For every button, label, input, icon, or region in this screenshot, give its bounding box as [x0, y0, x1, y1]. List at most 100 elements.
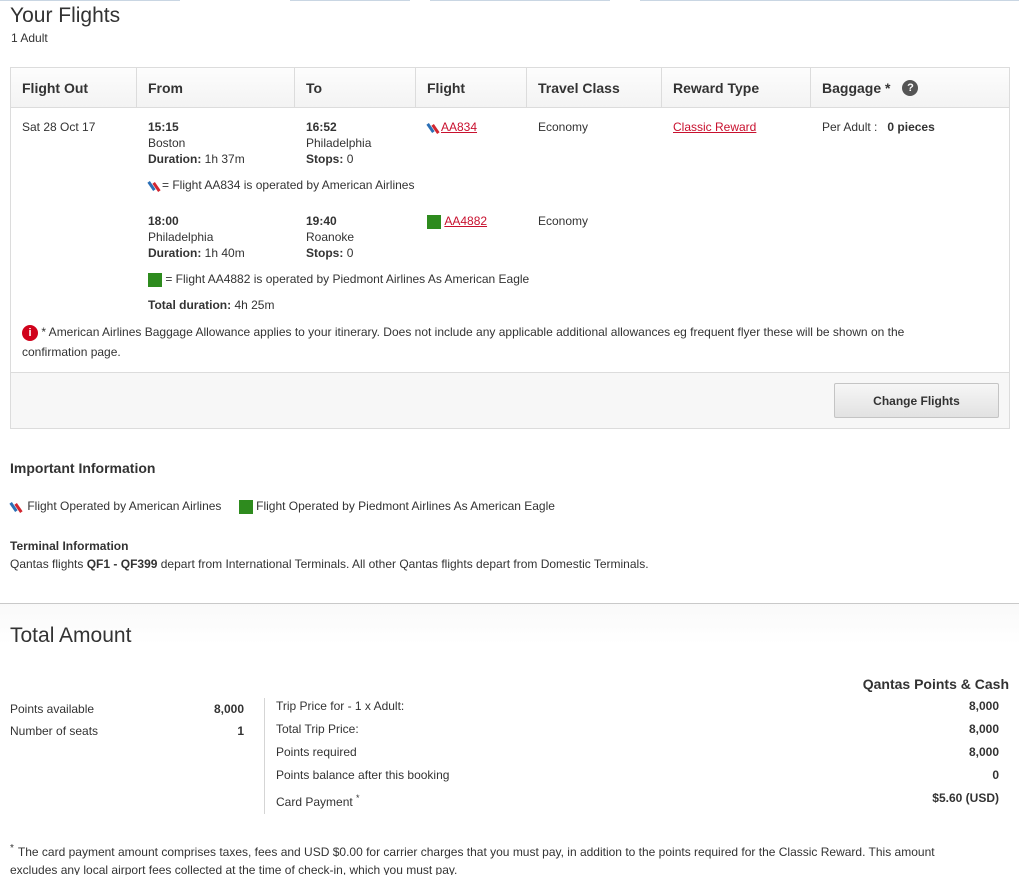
duration-value: 1h 37m: [204, 152, 245, 166]
baggage-value: 0 pieces: [887, 120, 935, 134]
flight-number-link[interactable]: AA4882: [444, 214, 487, 228]
arrive-city: Roanoke: [306, 230, 355, 244]
points-summary: Points available 8,000 Number of seats 1: [10, 702, 244, 746]
footnote-line-2: excludes any local airport fees collecte…: [10, 863, 458, 875]
stat-value: 8,000: [213, 702, 244, 716]
segment-2-arrive: 19:40 Roanoke Stops: 0: [306, 213, 354, 261]
col-reward-type: Reward Type: [662, 68, 811, 108]
stops-label: Stops:: [306, 152, 344, 166]
price-breakdown: Trip Price for - 1 x Adult: 8,000 Total T…: [276, 699, 999, 814]
arrive-city: Philadelphia: [306, 136, 372, 150]
footnote-line-1: The card payment amount comprises taxes,…: [17, 845, 935, 859]
segment-1-flight: AA834: [427, 119, 477, 135]
footnote-mark: *: [356, 793, 360, 803]
operated-note-text: = Flight AA4882 is operated by Piedmont …: [165, 272, 530, 286]
col-flight: Flight: [416, 68, 527, 108]
col-to: To: [295, 68, 416, 108]
col-travel-class: Travel Class: [527, 68, 662, 108]
reward-type-text[interactable]: Classic Reward: [673, 120, 756, 134]
total-duration: Total duration: 4h 25m: [148, 297, 274, 313]
price-value: 8,000: [968, 745, 999, 759]
price-label: Card Payment: [276, 795, 353, 809]
footnote-mark: *: [10, 843, 14, 854]
price-value: 8,000: [968, 722, 999, 736]
baggage-notice-text: * American Airlines Baggage Allowance ap…: [41, 325, 905, 339]
col-from: From: [137, 68, 295, 108]
col-baggage: Baggage *?: [811, 68, 1009, 108]
stops-label: Stops:: [306, 246, 344, 260]
segment-2-depart: 18:00 Philadelphia Duration: 1h 40m: [148, 213, 245, 261]
reward-type-link[interactable]: Classic Reward: [673, 119, 756, 135]
terminal-info-text: Qantas flights QF1 - QF399 depart from I…: [10, 557, 649, 571]
points-available-row: Points available 8,000: [10, 702, 244, 724]
operator-legend: Flight Operated by American Airlines Fli…: [10, 498, 569, 514]
stat-value: 1: [237, 724, 244, 738]
terminal-flight-sep: -: [110, 557, 121, 571]
total-trip-price-row: Total Trip Price: 8,000: [276, 722, 999, 745]
american-airlines-logo-icon: [148, 179, 162, 193]
duration-value: 1h 40m: [204, 246, 245, 260]
change-flights-button[interactable]: Change Flights: [834, 383, 999, 418]
price-value: 0: [992, 768, 999, 782]
depart-time: 15:15: [148, 120, 179, 134]
stops-value: 0: [346, 152, 354, 166]
piedmont-airlines-logo-icon: [238, 499, 253, 514]
depart-city: Boston: [148, 136, 186, 150]
flights-table-footer: Change Flights: [11, 372, 1009, 428]
alert-icon: i: [22, 324, 38, 341]
total-amount-section: Total Amount Qantas Points & Cash Points…: [0, 603, 1019, 875]
terminal-info-title: Terminal Information: [10, 539, 129, 553]
american-airlines-logo-icon: [10, 500, 24, 514]
top-tab-strip: [0, 0, 1019, 3]
stat-label: Number of seats: [10, 724, 99, 738]
total-duration-label: Total duration:: [148, 298, 232, 312]
payment-type-label: Qantas Points & Cash: [862, 676, 1009, 692]
flight-number-link[interactable]: AA834: [441, 120, 477, 134]
terminal-text-pre: Qantas flights: [10, 557, 87, 571]
piedmont-airlines-logo-icon: [148, 272, 162, 287]
segment-1-operated-note: = Flight AA834 is operated by American A…: [148, 177, 414, 193]
summary-divider: [264, 698, 265, 814]
trip-price-row: Trip Price for - 1 x Adult: 8,000: [276, 699, 999, 722]
stat-label: Points available: [10, 702, 95, 716]
baggage-allowance: Per Adult : 0 pieces: [822, 119, 935, 135]
help-icon[interactable]: ?: [902, 80, 919, 97]
legend-piedmont-text: Flight Operated by Piedmont Airlines As …: [256, 499, 555, 513]
baggage-notice-text-cont: confirmation page.: [22, 345, 121, 359]
segment-2-operated-note: = Flight AA4882 is operated by Piedmont …: [148, 271, 529, 287]
terminal-text-post: depart from International Terminals. All…: [157, 557, 649, 571]
price-value: 8,000: [968, 699, 999, 713]
col-baggage-label: Baggage *: [822, 80, 891, 96]
depart-time: 18:00: [148, 214, 179, 228]
price-value: $5.60 (USD): [932, 791, 999, 805]
legend-american: Flight Operated by American Airlines: [10, 498, 221, 514]
flights-table: Flight Out From To Flight Travel Class R…: [10, 67, 1010, 429]
total-amount-title: Total Amount: [10, 624, 132, 647]
terminal-flight-from: QF1: [86, 557, 111, 571]
flights-table-header: Flight Out From To Flight Travel Class R…: [11, 68, 1009, 108]
points-balance-row: Points balance after this booking 0: [276, 768, 999, 791]
total-duration-value: 4h 25m: [234, 298, 275, 312]
stops-value: 0: [346, 246, 354, 260]
depart-city: Philadelphia: [148, 230, 214, 244]
segment-1-depart: 15:15 Boston Duration: 1h 37m: [148, 119, 245, 167]
piedmont-airlines-logo-icon: [427, 214, 441, 229]
price-label: Points required: [276, 745, 357, 759]
number-of-seats-row: Number of seats 1: [10, 724, 244, 746]
points-required-row: Points required 8,000: [276, 745, 999, 768]
price-label: Total Trip Price:: [276, 722, 359, 736]
terminal-flight-to: QF399: [120, 557, 158, 571]
segment-2-flight: AA4882: [427, 213, 487, 229]
segment-2-travel-class: Economy: [538, 214, 589, 228]
card-payment-footnote: * The card payment amount comprises taxes…: [10, 840, 1000, 875]
legend-american-text: Flight Operated by American Airlines: [27, 499, 222, 513]
col-flight-out: Flight Out: [11, 68, 137, 108]
arrive-time: 19:40: [306, 214, 337, 228]
price-label: Points balance after this booking: [276, 768, 450, 782]
card-payment-row: Card Payment * $5.60 (USD): [276, 791, 999, 814]
flight-date: Sat 28 Oct 17: [22, 120, 96, 134]
price-label: Trip Price for - 1 x Adult:: [276, 699, 405, 713]
arrive-time: 16:52: [306, 120, 337, 134]
important-info-title: Important Information: [10, 460, 156, 476]
american-airlines-logo-icon: [427, 121, 441, 135]
